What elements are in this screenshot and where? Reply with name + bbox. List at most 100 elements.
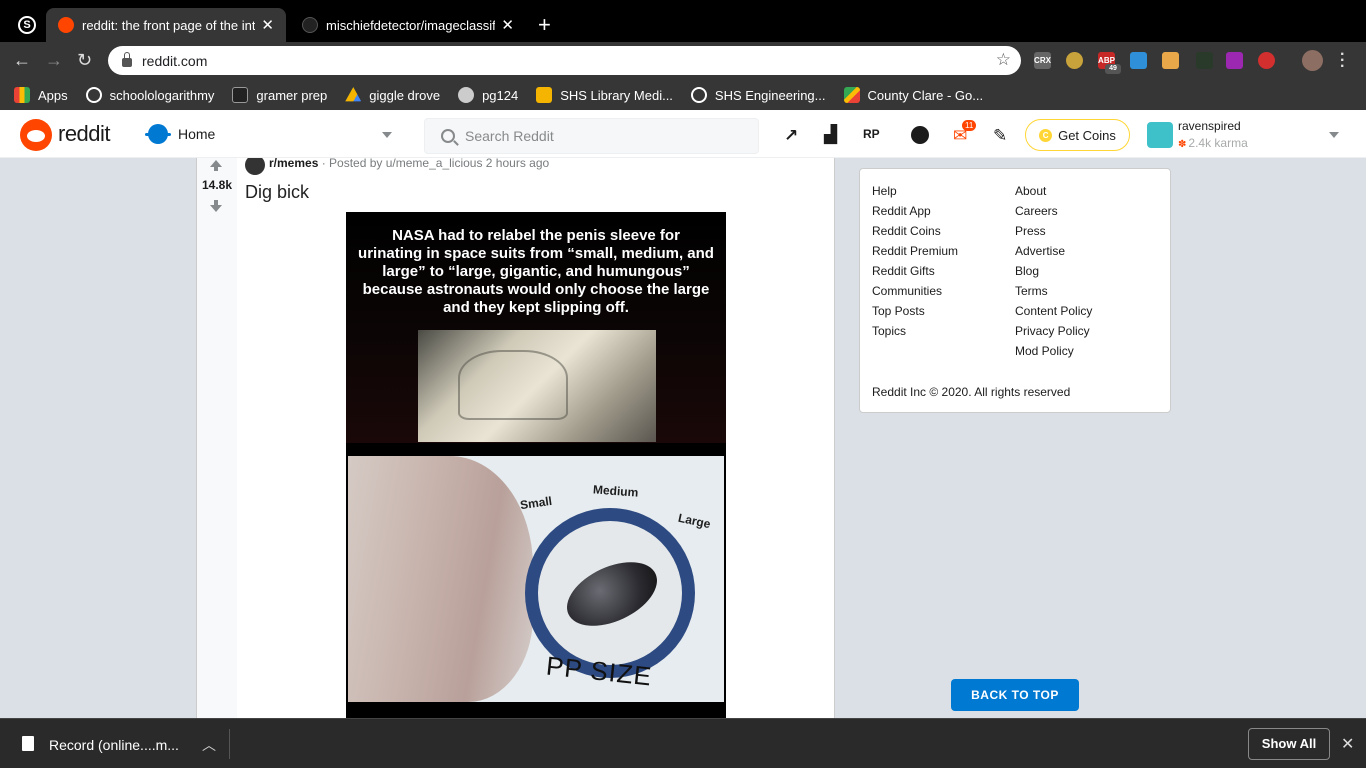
tab-title: reddit: the front page of the internet: [82, 17, 256, 33]
bookmark-star-icon[interactable]: ☆: [996, 50, 1011, 70]
footer-link-left[interactable]: Top Posts: [872, 303, 958, 323]
footer-link-left[interactable]: Reddit Coins: [872, 223, 958, 243]
leaderboard-icon[interactable]: ▟: [824, 125, 837, 145]
trending-icon[interactable]: ↗: [784, 126, 798, 146]
footer-link-left[interactable]: Reddit App: [872, 203, 958, 223]
bookmark-gramer-prep[interactable]: gramer prep: [232, 87, 327, 103]
forward-arrow-icon[interactable]: →: [45, 50, 63, 71]
downvote-arrow-icon[interactable]: [210, 200, 222, 212]
more-options-icon[interactable]: · · ·: [1340, 47, 1345, 75]
crx-extension-icon[interactable]: CRX: [1034, 52, 1051, 69]
post-image[interactable]: NASA had to relabel the penis sleeve for…: [346, 212, 726, 718]
search-icon: [441, 129, 455, 143]
back-arrow-icon[interactable]: ←: [13, 50, 31, 71]
google-maps-icon: [843, 87, 860, 103]
dial-label-large: Large: [676, 510, 712, 532]
address-bar[interactable]: reddit.com ☆: [108, 46, 1021, 75]
sidebar-footer-card: Help Reddit App Reddit Coins Reddit Premium…: [859, 168, 1171, 413]
footer-link-left[interactable]: Communities: [872, 283, 958, 303]
profile-avatar-icon[interactable]: [1302, 50, 1323, 71]
close-tab-icon[interactable]: ✕: [501, 16, 514, 34]
extension-badge: 49: [1105, 64, 1121, 74]
create-post-pencil-icon[interactable]: ✎: [993, 126, 1007, 146]
color-extension-icon[interactable]: [1226, 52, 1243, 69]
back-to-top-button[interactable]: BACK TO TOP: [951, 679, 1079, 711]
subreddit-icon[interactable]: [245, 158, 265, 175]
bookmark-shs-engineering[interactable]: SHS Engineering...: [690, 87, 826, 103]
apps-grid-icon: [14, 87, 30, 103]
footer-link-right[interactable]: Press: [1015, 223, 1092, 243]
user-menu-chevron-down-icon[interactable]: [1329, 132, 1339, 138]
leaf-extension-icon[interactable]: [1196, 52, 1213, 69]
reddit-wordmark[interactable]: reddit: [58, 121, 111, 147]
heart-extension-icon[interactable]: [1258, 52, 1275, 69]
divider: [229, 729, 230, 759]
home-dropdown[interactable]: Home: [145, 124, 216, 144]
google-drive-icon: [345, 87, 362, 102]
footer-link-left[interactable]: Reddit Premium: [872, 243, 958, 263]
close-tab-icon[interactable]: ✕: [261, 16, 274, 34]
bookmark-pg124[interactable]: pg124: [458, 87, 518, 103]
rpan-icon[interactable]: RP: [863, 127, 880, 141]
footer-link-left[interactable]: Topics: [872, 323, 958, 343]
tab-github[interactable]: mischiefdetector/imageclassifier ✕: [290, 8, 526, 42]
footer-link-right[interactable]: Mod Policy: [1015, 343, 1092, 363]
bookmarks-bar: Apps schoolologarithmy gramer prep giggl…: [0, 80, 1366, 110]
home-label: Home: [178, 126, 216, 142]
show-all-button[interactable]: Show All: [1248, 728, 1330, 760]
download-file-name[interactable]: Record (online....m...: [49, 737, 179, 753]
footer-link-right[interactable]: Blog: [1015, 263, 1092, 283]
footer-link-right[interactable]: Careers: [1015, 203, 1092, 223]
footer-link-left[interactable]: Reddit Gifts: [872, 263, 958, 283]
post-card[interactable]: 14.8k r/memes · Posted by u/meme_a_licio…: [196, 158, 835, 718]
post-meta: r/memes · Posted by u/meme_a_licious 2 h…: [269, 158, 549, 170]
reddit-snoo-logo-icon[interactable]: [20, 119, 52, 151]
close-icon[interactable]: ✕: [1341, 734, 1354, 754]
username[interactable]: ravenspired: [1178, 119, 1241, 133]
reddit-header: reddit Home Search Reddit ↗ ▟ RP ✉ 11 ✎ …: [0, 110, 1366, 158]
reload-icon[interactable]: ↻: [77, 50, 92, 71]
profile-s-icon[interactable]: S: [18, 16, 36, 34]
bookmark-county-clare[interactable]: County Clare - Go...: [843, 87, 983, 103]
briefcase-extension-icon[interactable]: [1162, 52, 1179, 69]
bookmark-giggle-drove[interactable]: giggle drove: [345, 87, 440, 103]
footer-link-left[interactable]: Help: [872, 183, 958, 203]
bookmark-apps[interactable]: Apps: [14, 87, 68, 103]
download-shelf: Record (online....m... ︿ Show All ✕: [0, 718, 1366, 768]
get-coins-button[interactable]: C Get Coins: [1025, 119, 1130, 151]
spacesuit-photo: [418, 330, 656, 442]
footer-link-right[interactable]: Content Policy: [1015, 303, 1092, 323]
library-icon: [536, 87, 553, 103]
bookmark-label: pg124: [482, 87, 519, 103]
meme-bottom-panel: Small Medium Large PP SIZE: [348, 456, 724, 702]
dial-knob: [557, 549, 667, 639]
chat-icon[interactable]: [911, 126, 929, 144]
upvote-arrow-icon[interactable]: [210, 160, 222, 171]
footer-links-left: Help Reddit App Reddit Coins Reddit Premium…: [872, 183, 958, 343]
posted-by-text: · Posted by u/meme_a_licious 2 hours ago: [321, 158, 550, 170]
lock-icon: [122, 52, 132, 67]
footer-link-right[interactable]: Terms: [1015, 283, 1092, 303]
owl-extension-icon[interactable]: [1066, 52, 1083, 69]
footer-link-right[interactable]: Advertise: [1015, 243, 1092, 263]
bookmark-label: schoolologarithmy: [109, 87, 215, 103]
bookmark-label: SHS Library Medi...: [560, 87, 673, 103]
search-input[interactable]: Search Reddit: [424, 118, 759, 154]
footer-link-right[interactable]: About: [1015, 183, 1092, 203]
post-score: 14.8k: [201, 178, 233, 192]
search-placeholder: Search Reddit: [465, 128, 554, 144]
avatar[interactable]: [1147, 122, 1173, 148]
mail-count-badge: 11: [962, 120, 977, 131]
footer-link-right[interactable]: Privacy Policy: [1015, 323, 1092, 343]
checkmark-extension-icon[interactable]: [1130, 52, 1147, 69]
bookmark-shs-library[interactable]: SHS Library Medi...: [536, 87, 673, 103]
bookmark-schoology[interactable]: schoolologarithmy: [85, 87, 215, 103]
footer-links-right: About Careers Press Advertise Blog Terms Conte…: [1015, 183, 1092, 363]
chevron-down-icon[interactable]: [382, 132, 392, 138]
tab-reddit[interactable]: reddit: the front page of the internet ✕: [46, 8, 286, 42]
post-title[interactable]: Dig bick: [245, 182, 309, 203]
chevron-up-icon[interactable]: ︿: [202, 735, 216, 755]
subreddit-link[interactable]: r/memes: [269, 158, 318, 170]
file-icon: [22, 736, 34, 751]
new-tab-plus-icon[interactable]: +: [538, 12, 551, 38]
